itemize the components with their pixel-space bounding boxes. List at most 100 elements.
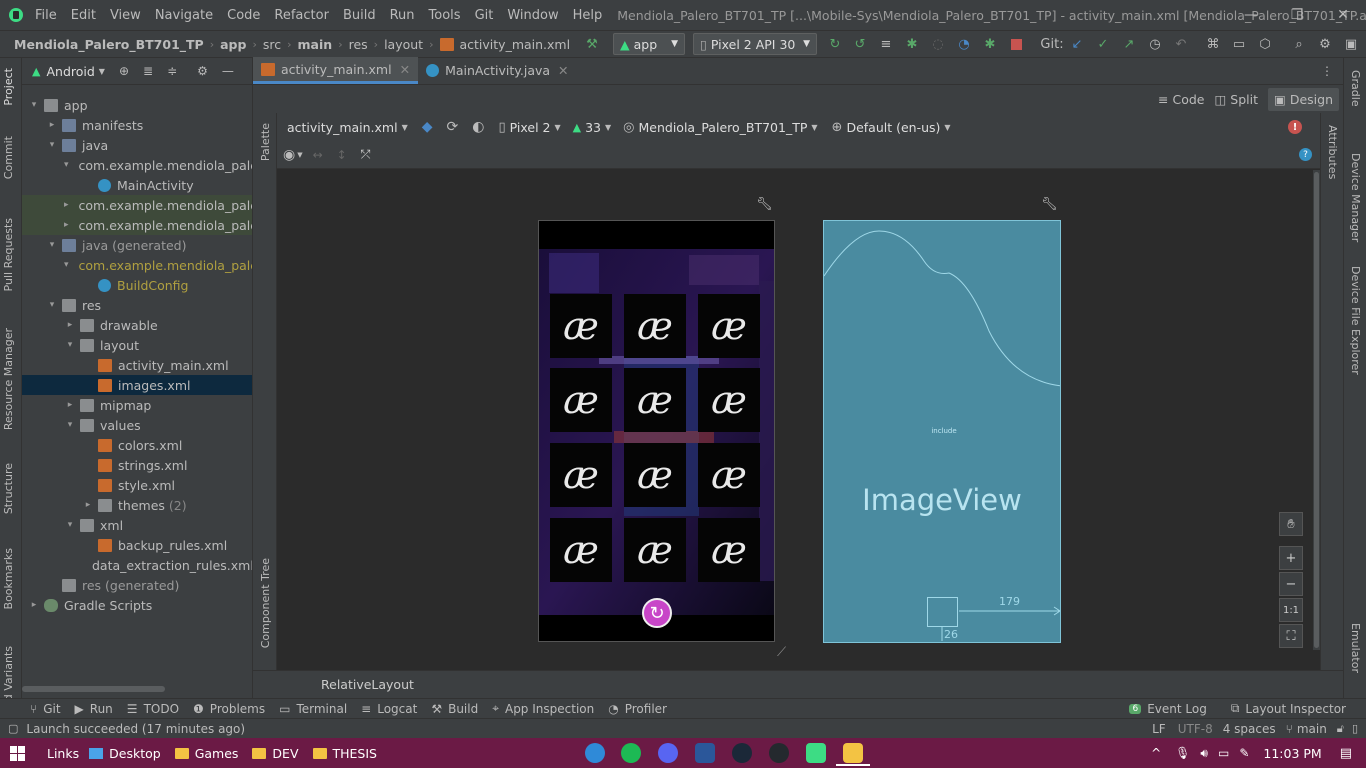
blueprint-view[interactable]: include ImageView 179 26 xyxy=(823,220,1061,643)
tool-event-log[interactable]: 6 Event Log xyxy=(1129,702,1207,716)
edge-icon[interactable] xyxy=(585,743,605,763)
tab-pull-requests[interactable]: Pull Requests xyxy=(2,218,15,291)
chevron-icon[interactable]: ▾ xyxy=(64,160,69,170)
windows-start-icon[interactable] xyxy=(10,745,25,761)
minimize-button[interactable]: — xyxy=(1228,0,1274,30)
encoding[interactable]: UTF-8 xyxy=(1178,722,1213,736)
chevron-icon[interactable]: ▾ xyxy=(64,340,76,350)
chevron-icon[interactable]: ▾ xyxy=(64,420,76,430)
memory-card-tile[interactable]: ӕ xyxy=(550,368,612,432)
memory-icon[interactable]: ▯ xyxy=(1352,722,1358,735)
tree-item[interactable]: ▾ app xyxy=(22,95,252,115)
hammer-build-icon[interactable]: ⚒ xyxy=(582,33,602,55)
tool-todo[interactable]: ☰ TODO xyxy=(127,702,179,716)
chevron-icon[interactable]: ▸ xyxy=(46,120,58,130)
discord-icon[interactable] xyxy=(658,743,678,763)
tree-item[interactable]: backup_rules.xml xyxy=(22,535,252,555)
tool-layout-inspector[interactable]: ⧉ Layout Inspector xyxy=(1231,701,1346,716)
chevron-icon[interactable]: ▸ xyxy=(64,200,69,210)
breadcrumb-item[interactable]: res xyxy=(347,37,370,52)
breadcrumb-item[interactable]: Mendiola_Palero_BT701_TP xyxy=(12,37,206,52)
api-select[interactable]: 33 xyxy=(585,120,601,135)
night-mode-icon[interactable]: ◐ xyxy=(472,119,484,135)
chevron-icon[interactable]: ▸ xyxy=(64,400,76,410)
zoom-fit-button[interactable]: ⛶ xyxy=(1279,624,1303,648)
close-icon[interactable]: ✕ xyxy=(400,62,410,77)
menu-refactor[interactable]: Refactor xyxy=(267,8,336,23)
run-config-select[interactable]: ▲ app ▼ xyxy=(613,33,685,55)
pan-hand-icon[interactable]: ✋︎ xyxy=(1279,512,1303,536)
tree-item[interactable]: MainActivity xyxy=(22,175,252,195)
tab-palette[interactable]: Palette xyxy=(259,123,272,161)
tab-main-activity-java[interactable]: MainActivity.java ✕ xyxy=(418,57,576,84)
android-studio-taskbar-icon[interactable] xyxy=(806,743,826,763)
gear-icon[interactable]: ⚙ xyxy=(1316,33,1334,55)
memory-card-tile[interactable]: ӕ xyxy=(624,294,686,358)
notifications-icon[interactable]: ▤ xyxy=(1340,746,1352,761)
menu-help[interactable]: Help xyxy=(566,8,610,23)
tab-structure[interactable]: Structure xyxy=(2,463,15,514)
wrench-icon[interactable]: 🔧︎ xyxy=(1041,197,1058,212)
tool-terminal[interactable]: ▭ Terminal xyxy=(279,702,347,716)
tree-item[interactable]: ▾ java xyxy=(22,135,252,155)
theme-select[interactable]: Mendiola_Palero_BT701_TP xyxy=(639,120,808,135)
close-icon[interactable]: ✕ xyxy=(558,63,568,78)
help-icon[interactable]: ? xyxy=(1299,148,1312,161)
hide-panel-icon[interactable]: — xyxy=(222,64,234,78)
menu-file[interactable]: File xyxy=(28,8,64,23)
taskbar-games[interactable]: Games xyxy=(174,746,238,761)
chevron-icon[interactable]: ▾ xyxy=(46,140,58,150)
menu-edit[interactable]: Edit xyxy=(64,8,103,23)
tool-profiler[interactable]: ◔ Profiler xyxy=(608,702,667,716)
tree-item[interactable]: res (generated) xyxy=(22,575,252,595)
chevron-down-icon[interactable]: ▼ xyxy=(944,123,950,132)
vertical-resize-icon[interactable]: ↕ xyxy=(337,148,347,162)
tree-item[interactable]: colors.xml xyxy=(22,435,252,455)
tool-git[interactable]: ⑂ Git xyxy=(30,702,61,716)
device-select[interactable]: Pixel 2 xyxy=(510,120,551,135)
chevron-down-icon[interactable]: ▼ xyxy=(811,123,817,132)
memory-card-tile[interactable]: ӕ xyxy=(698,443,760,507)
history-icon[interactable]: ◷ xyxy=(1146,33,1164,55)
stop-icon[interactable] xyxy=(1007,33,1025,55)
tab-gradle[interactable]: Gradle xyxy=(1349,70,1362,107)
tool-app-inspection[interactable]: ⌖ App Inspection xyxy=(492,701,594,716)
expand-all-icon[interactable]: ≣ xyxy=(143,64,153,78)
memory-card-tile[interactable]: ӕ xyxy=(624,518,686,582)
debug-icon[interactable]: ✱ xyxy=(903,33,921,55)
taskbar-dev[interactable]: DEV xyxy=(252,746,299,761)
error-icon[interactable]: ! xyxy=(1288,120,1302,134)
memory-card-tile[interactable]: ӕ xyxy=(550,518,612,582)
breadcrumb-item[interactable]: app xyxy=(218,37,248,52)
memory-card-tile[interactable]: ӕ xyxy=(698,368,760,432)
microphone-icon[interactable]: 🎙︎ xyxy=(1175,746,1190,760)
refresh-button[interactable]: ↻ xyxy=(642,598,672,628)
breadcrumb-item[interactable]: layout xyxy=(382,37,425,52)
locale-select[interactable]: Default (en-us) xyxy=(846,120,940,135)
gear-icon[interactable]: ⚙ xyxy=(197,64,208,78)
tab-attributes[interactable]: Attributes xyxy=(1326,125,1339,179)
tree-item[interactable]: ▾ layout xyxy=(22,335,252,355)
ide-icon[interactable]: ▣ xyxy=(1342,33,1360,55)
line-separator[interactable]: LF xyxy=(1152,722,1166,736)
code-mode-button[interactable]: ≡ Code xyxy=(1158,92,1205,107)
list-icon[interactable]: ≡ xyxy=(877,33,895,55)
resize-handle-icon[interactable]: ⟋ xyxy=(777,645,799,665)
eye-icon[interactable]: ◉ xyxy=(283,147,295,163)
menu-git[interactable]: Git xyxy=(468,8,501,23)
device-select[interactable]: ▯ Pixel 2 API 30 ▼ xyxy=(693,33,817,55)
tree-item[interactable]: ▸ com.example.mendiola_pale xyxy=(22,195,252,215)
word-icon[interactable] xyxy=(695,743,715,763)
sdk-icon[interactable]: ⬡ xyxy=(1256,33,1274,55)
component-path-label[interactable]: RelativeLayout xyxy=(321,677,414,692)
tool-problems[interactable]: ❶ Problems xyxy=(193,702,265,716)
chevron-icon[interactable]: ▾ xyxy=(28,100,40,110)
tree-item[interactable]: ▾ xml xyxy=(22,515,252,535)
github-icon[interactable] xyxy=(769,743,789,763)
vertical-scrollbar[interactable] xyxy=(1313,170,1320,650)
maximize-button[interactable]: ❐ xyxy=(1274,0,1320,30)
design-canvas[interactable] xyxy=(277,170,1313,670)
memory-card-tile[interactable]: ӕ xyxy=(550,294,612,358)
tab-device-file-explorer[interactable]: Device File Explorer xyxy=(1349,266,1362,375)
tree-item[interactable]: style.xml xyxy=(22,475,252,495)
